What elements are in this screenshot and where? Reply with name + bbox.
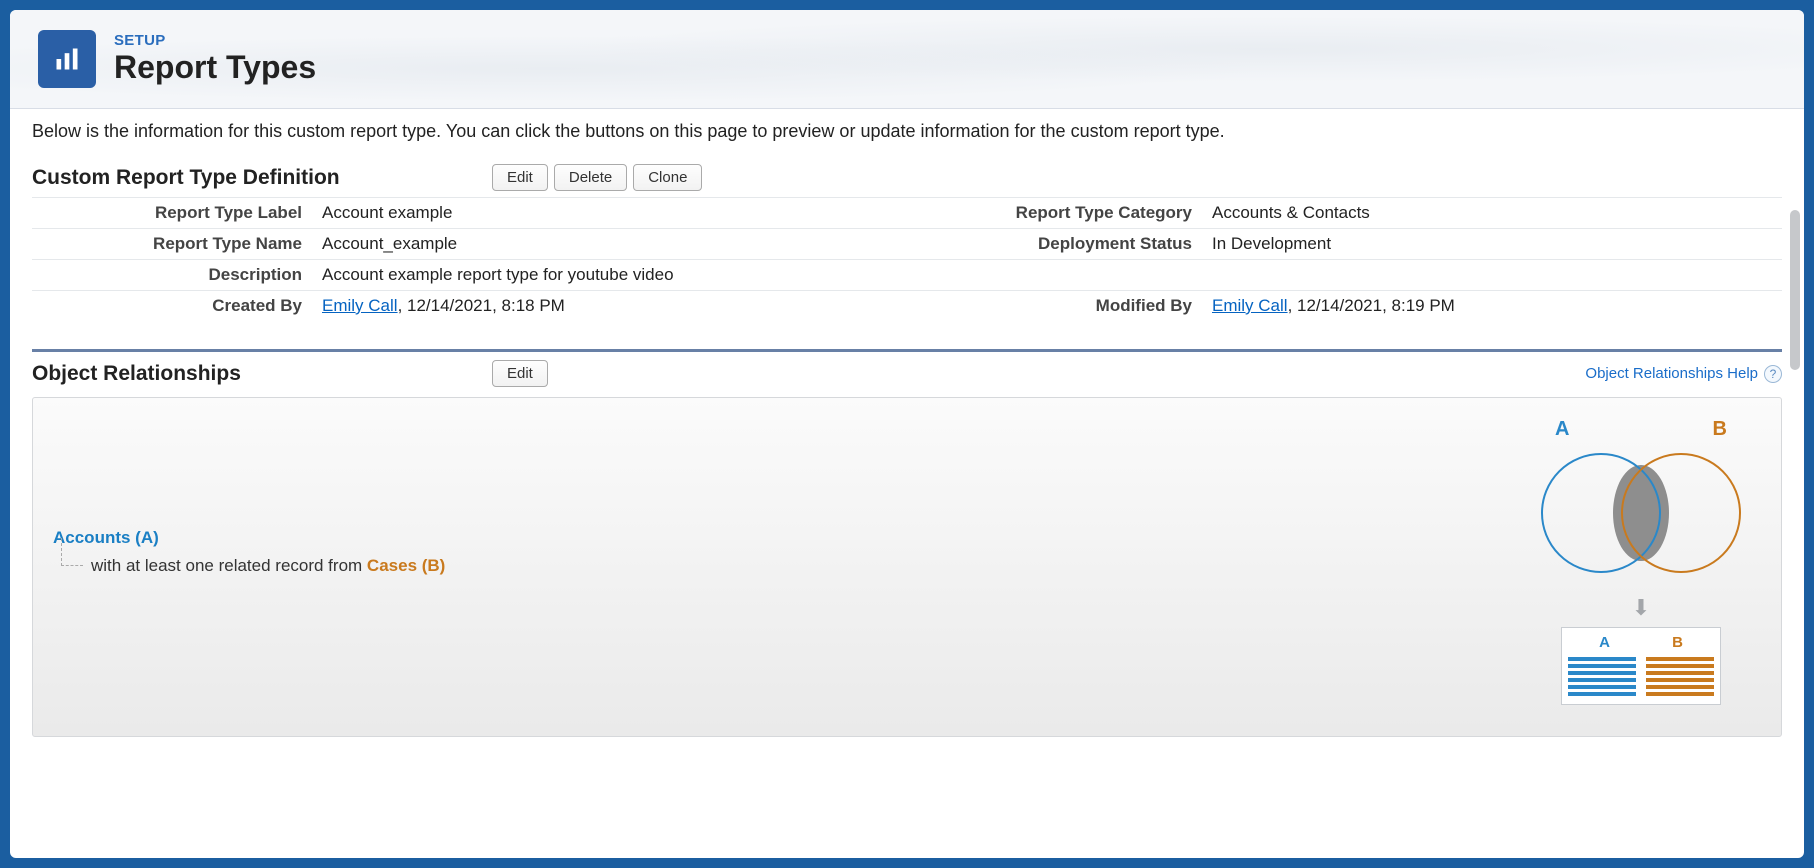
page-title: Report Types [114,49,316,86]
child-object-link[interactable]: Cases (B) [367,556,445,576]
value-description: Account example report type for youtube … [312,260,1782,291]
venn-circle-b [1621,453,1741,573]
header-titles: SETUP Report Types [114,32,316,86]
delete-button[interactable]: Delete [554,164,627,191]
edit-button[interactable]: Edit [492,164,548,191]
intro-text: Below is the information for this custom… [32,121,1782,142]
mini-table-diagram: A B [1561,627,1721,705]
child-relationship-row: with at least one related record from Ca… [61,556,1761,576]
child-prefix-text: with at least one related record from [91,556,362,576]
definition-header: Custom Report Type Definition Edit Delet… [32,164,1782,191]
value-report-type-name: Account_example [312,229,932,260]
content-area: Below is the information for this custom… [10,109,1804,847]
arrow-down-icon: ⬇ [1541,595,1741,621]
value-report-type-label: Account example [312,198,932,229]
help-icon: ? [1764,365,1782,383]
created-by-meta: , 12/14/2021, 8:18 PM [398,296,565,315]
venn-circles [1541,443,1741,593]
definition-table: Report Type Label Account example Report… [32,197,1782,321]
report-types-icon [38,30,96,88]
object-relationships-section: Object Relationships Edit Object Relatio… [32,349,1782,737]
header-banner: SETUP Report Types [10,10,1804,109]
page-container: SETUP Report Types Below is the informat… [10,10,1804,858]
help-link-text: Object Relationships Help [1585,365,1758,382]
label-report-type-name: Report Type Name [32,229,312,260]
label-description: Description [32,260,312,291]
scrollbar[interactable] [1790,210,1800,370]
mini-table-rows [1568,657,1714,696]
mini-table-header: A B [1568,634,1714,651]
venn-diagram: A B ⬇ A B [1541,418,1741,705]
venn-a-label: A [1555,418,1569,441]
modified-by-meta: , 12/14/2021, 8:19 PM [1288,296,1455,315]
venn-b-label: B [1713,418,1727,441]
object-relationships-body: Accounts (A) with at least one related r… [32,397,1782,737]
label-category: Report Type Category [932,198,1202,229]
object-relationships-header: Object Relationships Edit Object Relatio… [32,360,1782,387]
definition-title: Custom Report Type Definition [32,166,492,190]
label-report-type-label: Report Type Label [32,198,312,229]
label-deploy: Deployment Status [932,229,1202,260]
object-relationships-title: Object Relationships [32,362,492,386]
object-relationships-help-link[interactable]: Object Relationships Help ? [1585,365,1782,383]
value-modified-by: Emily Call, 12/14/2021, 8:19 PM [1202,291,1782,322]
venn-labels: A B [1541,418,1741,441]
mini-col-b [1646,657,1714,696]
value-category: Accounts & Contacts [1202,198,1782,229]
value-deploy: In Development [1202,229,1782,260]
relationship-tree: Accounts (A) with at least one related r… [53,418,1761,576]
clone-button[interactable]: Clone [633,164,702,191]
label-modified-by: Modified By [932,291,1202,322]
mini-col-a-label: A [1599,634,1610,651]
setup-breadcrumb: SETUP [114,32,316,49]
value-created-by: Emily Call, 12/14/2021, 8:18 PM [312,291,932,322]
tree-connector-icon [61,538,83,566]
label-created-by: Created By [32,291,312,322]
created-by-user-link[interactable]: Emily Call [322,296,398,315]
mini-col-b-label: B [1672,634,1683,651]
mini-col-a [1568,657,1636,696]
edit-relationships-button[interactable]: Edit [492,360,548,387]
modified-by-user-link[interactable]: Emily Call [1212,296,1288,315]
